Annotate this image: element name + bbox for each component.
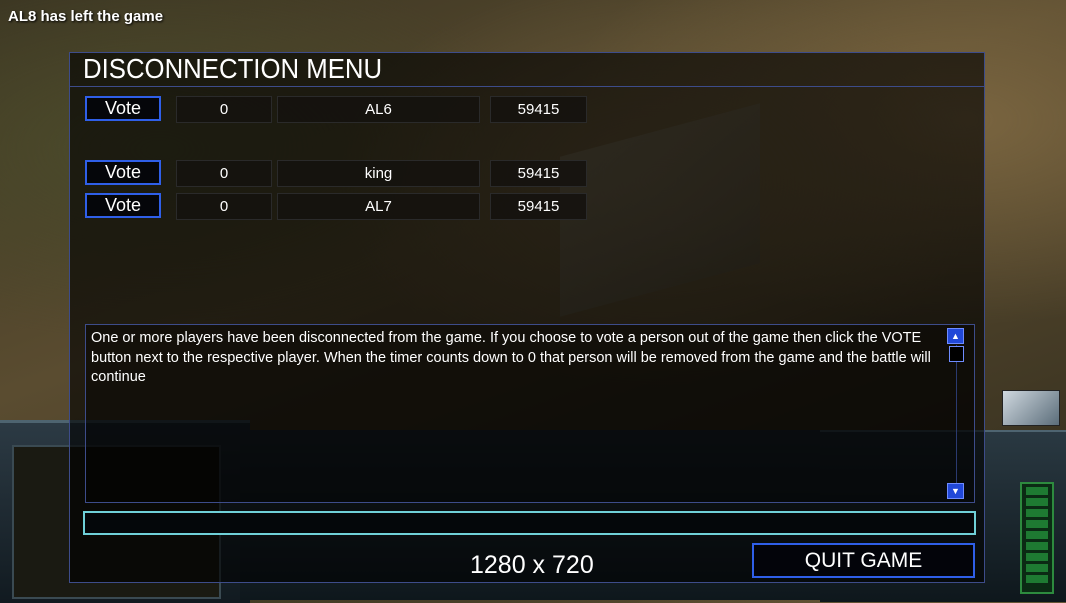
- player-left-notification: AL8 has left the game: [8, 8, 164, 25]
- message-box[interactable]: One or more players have been disconnect…: [85, 324, 975, 503]
- resolution-label: 1280 x 720: [470, 551, 594, 579]
- title-divider: [70, 86, 984, 87]
- scroll-track: [956, 345, 957, 485]
- player-timer: 0: [176, 193, 272, 220]
- player-name: AL6: [277, 96, 480, 123]
- vote-button[interactable]: Vote: [85, 193, 161, 218]
- disconnect-message: One or more players have been disconnect…: [91, 330, 931, 385]
- chat-input[interactable]: [83, 511, 976, 535]
- player-ping: 59415: [490, 160, 587, 187]
- player-name: AL7: [277, 193, 480, 220]
- menu-title: DISCONNECTION MENU: [83, 53, 383, 84]
- player-ping: 59415: [490, 193, 587, 220]
- player-timer: 0: [176, 96, 272, 123]
- quit-game-button[interactable]: QUIT GAME: [752, 543, 975, 578]
- vote-button[interactable]: Vote: [85, 160, 161, 185]
- player-ping: 59415: [490, 96, 587, 123]
- scroll-up-icon[interactable]: ▲: [947, 328, 964, 344]
- scroll-thumb[interactable]: [949, 346, 964, 362]
- satellite-icon: [1002, 390, 1060, 426]
- scroll-down-icon[interactable]: ▼: [947, 483, 964, 499]
- player-timer: 0: [176, 160, 272, 187]
- vote-button[interactable]: Vote: [85, 96, 161, 121]
- power-meter: [1020, 482, 1054, 594]
- player-name: king: [277, 160, 480, 187]
- disconnection-menu: DISCONNECTION MENU Vote 0 AL6 59415 Vote…: [69, 52, 985, 583]
